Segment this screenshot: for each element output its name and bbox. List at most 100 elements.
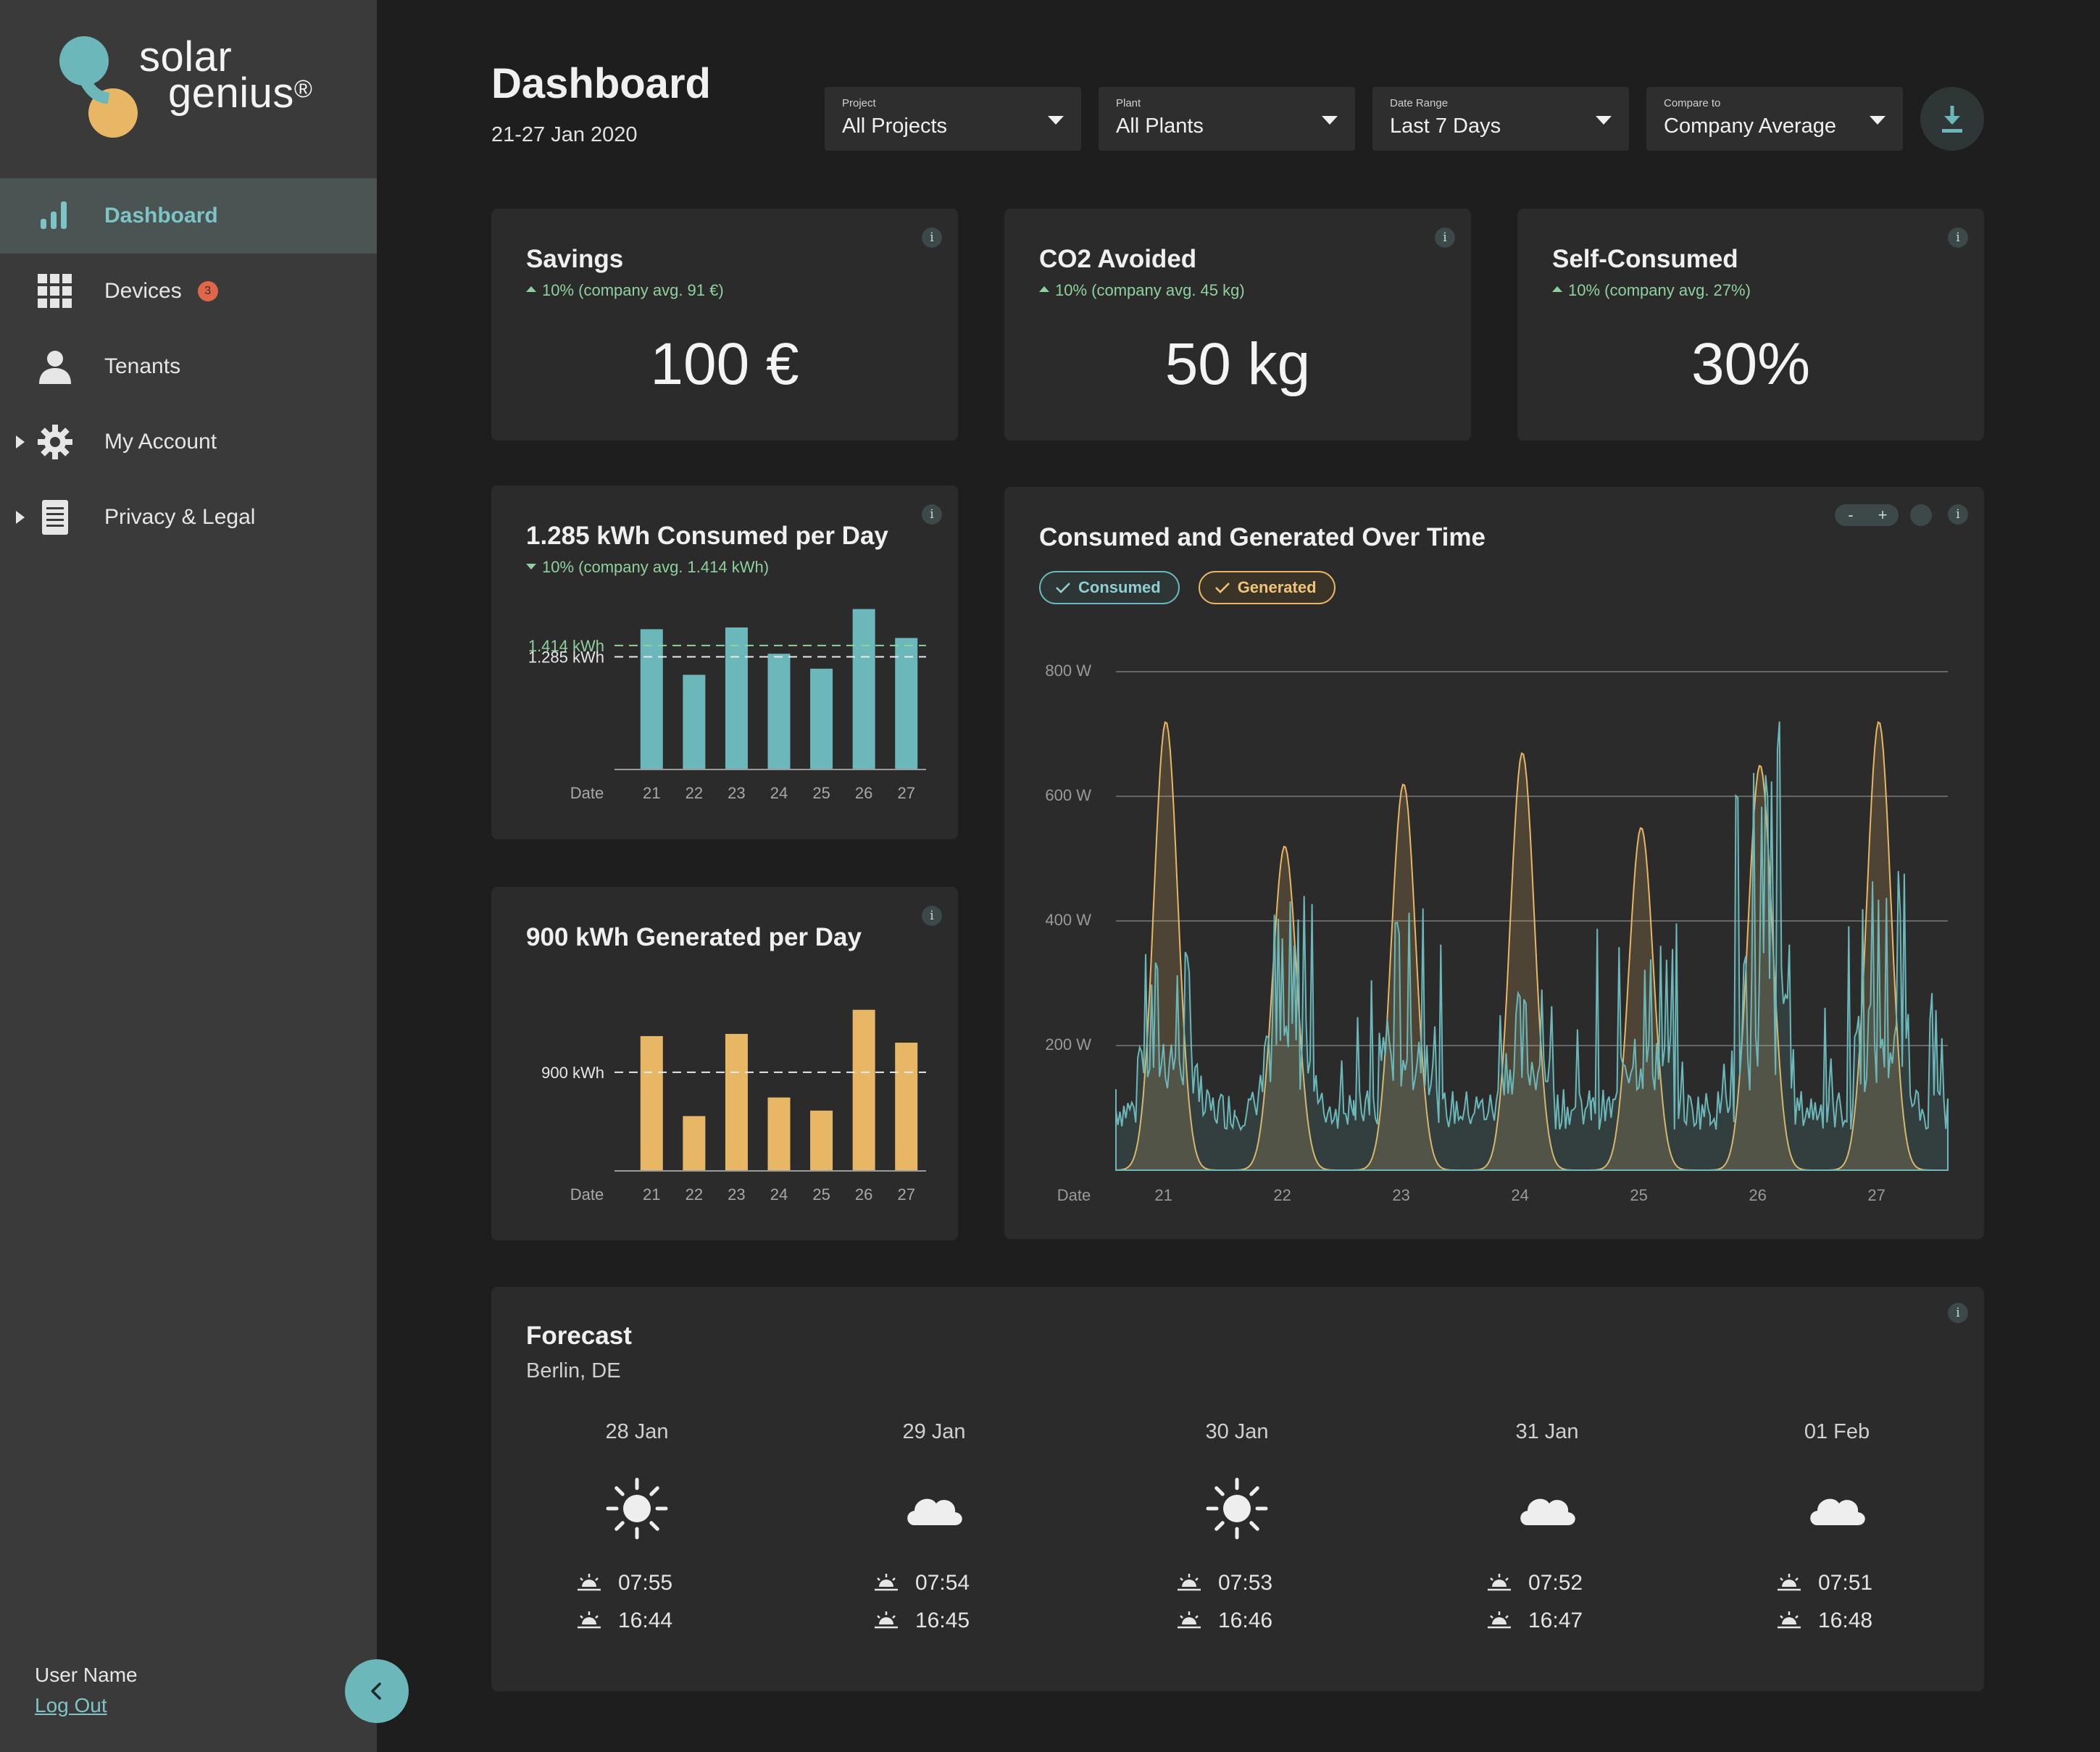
savings-card: Savings 10% (company avg. 91 €) 100 € i: [491, 209, 958, 441]
sunrise-icon: [1178, 1574, 1201, 1591]
weather-icon: [1514, 1476, 1580, 1541]
bar: [725, 1033, 748, 1171]
page-title: Dashboard: [491, 60, 711, 107]
reference-line-label: 1.285 kWh: [528, 648, 604, 667]
x-tick-label: 24: [770, 1185, 788, 1204]
x-tick-label: 22: [686, 1185, 703, 1204]
bar: [640, 629, 663, 769]
brand-logo[interactable]: solar genius®: [58, 32, 333, 148]
forecast-location: Berlin, DE: [526, 1359, 621, 1382]
collapse-sidebar-button[interactable]: [345, 1659, 409, 1723]
sun-icon: [606, 1477, 668, 1540]
x-tick-label: 26: [855, 784, 872, 802]
sidebar-item-tenants[interactable]: Tenants: [0, 329, 377, 404]
bar: [683, 1116, 706, 1171]
info-icon[interactable]: i: [922, 228, 942, 248]
sun-icon: [1206, 1477, 1268, 1540]
caret-down-icon: [1870, 116, 1886, 125]
trend-up-icon: [526, 286, 536, 293]
person-icon: [39, 351, 71, 384]
forecast-date: 29 Jan: [902, 1420, 966, 1443]
bar: [767, 654, 791, 769]
x-tick-label: 21: [643, 1185, 660, 1204]
bar: [852, 609, 875, 769]
logout-link[interactable]: Log Out: [35, 1694, 138, 1717]
select-label: Plant: [1116, 97, 1141, 109]
sidebar-item-devices[interactable]: Devices 3: [0, 254, 377, 329]
project-select[interactable]: Project All Projects: [825, 87, 1081, 151]
forecast-day: 29 Jan 07:54 16:45: [847, 1420, 1021, 1640]
x-tick-label: 24: [770, 784, 788, 802]
sunset-row: 16:45: [873, 1602, 1021, 1640]
sunrise-row: 07:55: [576, 1564, 724, 1602]
download-icon: [1942, 106, 1962, 133]
sidebar-item-my-account[interactable]: My Account: [0, 404, 377, 480]
y-tick-label: 800 W: [1045, 662, 1091, 680]
trend-up-icon: [1039, 286, 1049, 293]
card-title: Self-Consumed: [1552, 245, 1738, 273]
x-tick-label: 23: [728, 784, 745, 802]
forecast-date: 28 Jan: [605, 1420, 669, 1443]
weather-icon: [1804, 1476, 1870, 1541]
x-tick-label: 22: [686, 784, 703, 802]
expand-caret-icon[interactable]: [16, 511, 25, 524]
bar: [895, 1043, 918, 1171]
x-tick-label: 25: [812, 784, 830, 802]
x-tick-label: 21: [643, 784, 660, 802]
delta-text: 10% (company avg. 27%): [1568, 281, 1751, 299]
x-tick-label: 25: [1630, 1186, 1647, 1204]
sunrise-icon: [875, 1574, 898, 1591]
date-range-select[interactable]: Date Range Last 7 Days: [1372, 87, 1629, 151]
x-tick-label: 26: [1749, 1186, 1766, 1204]
brand-line2-wrap: genius®: [168, 72, 313, 114]
cloud-icon: [1810, 1498, 1865, 1525]
sidebar-item-privacy-legal[interactable]: Privacy & Legal: [0, 480, 377, 555]
sunset-icon: [1178, 1611, 1201, 1629]
forecast-card: Forecast Berlin, DE i 28 Jan 07:55 16:44…: [491, 1287, 1984, 1691]
compare-to-select[interactable]: Compare to Company Average: [1646, 87, 1903, 151]
info-icon[interactable]: i: [1948, 228, 1968, 248]
sidebar-item-label: My Account: [104, 430, 217, 454]
select-value: Company Average: [1664, 114, 1837, 138]
kpi-value: 100 €: [650, 331, 799, 397]
grid-icon: [38, 274, 72, 308]
bar: [683, 675, 706, 769]
sunset-time: 16:48: [1818, 1609, 1873, 1632]
card-title: Forecast: [526, 1322, 632, 1350]
plant-select[interactable]: Plant All Plants: [1099, 87, 1355, 151]
card-title: CO2 Avoided: [1039, 245, 1197, 273]
bar-chart-icon: [41, 201, 67, 229]
sunrise-time: 07:54: [915, 1571, 970, 1595]
sidebar-item-dashboard[interactable]: Dashboard: [0, 178, 377, 254]
card-title: Savings: [526, 245, 624, 273]
document-icon: [42, 500, 68, 535]
cloud-icon: [907, 1498, 962, 1525]
generated-per-day-card: 900 kWh Generated per Day i 21 22 23 24 25 26…: [491, 887, 958, 1240]
select-value: Last 7 Days: [1390, 114, 1501, 138]
sunset-row: 16:44: [576, 1602, 724, 1640]
timeseries-chart: 800 W 600 W 400 W 200 W 21 22 23 24 25 26 27 Date: [1045, 662, 1949, 1204]
sun-times: 07:55 16:44: [550, 1564, 724, 1640]
sunrise-time: 07:51: [1818, 1571, 1873, 1595]
x-axis-label: Date: [1057, 1186, 1091, 1204]
x-tick-label: 24: [1511, 1186, 1528, 1204]
user-name: User Name: [35, 1664, 138, 1686]
sunrise-icon: [1778, 1574, 1801, 1591]
select-label: Date Range: [1390, 97, 1449, 109]
select-value: All Projects: [842, 114, 948, 138]
registered-mark: ®: [293, 75, 313, 103]
sun-times: 07:52 16:47: [1460, 1564, 1634, 1640]
x-axis-label: Date: [570, 1185, 604, 1204]
expand-caret-icon[interactable]: [16, 435, 25, 449]
forecast-day: 01 Feb 07:51 16:48: [1750, 1420, 1924, 1640]
consumed-per-day-card: 1.285 kWh Consumed per Day 10% (company …: [491, 485, 958, 839]
download-button[interactable]: [1920, 87, 1984, 151]
consumed-generated-over-time-card: Consumed and Generated Over Time Consume…: [1004, 487, 1984, 1239]
sidebar: solar genius® Dashboard Devices 3 Tenant…: [0, 0, 377, 1752]
info-icon[interactable]: i: [1435, 228, 1455, 248]
y-tick-label: 400 W: [1045, 911, 1091, 929]
info-icon[interactable]: i: [1948, 1303, 1968, 1323]
x-tick-label: 23: [728, 1185, 745, 1204]
sunrise-time: 07:53: [1218, 1571, 1273, 1595]
brand-line2: genius: [168, 70, 294, 117]
